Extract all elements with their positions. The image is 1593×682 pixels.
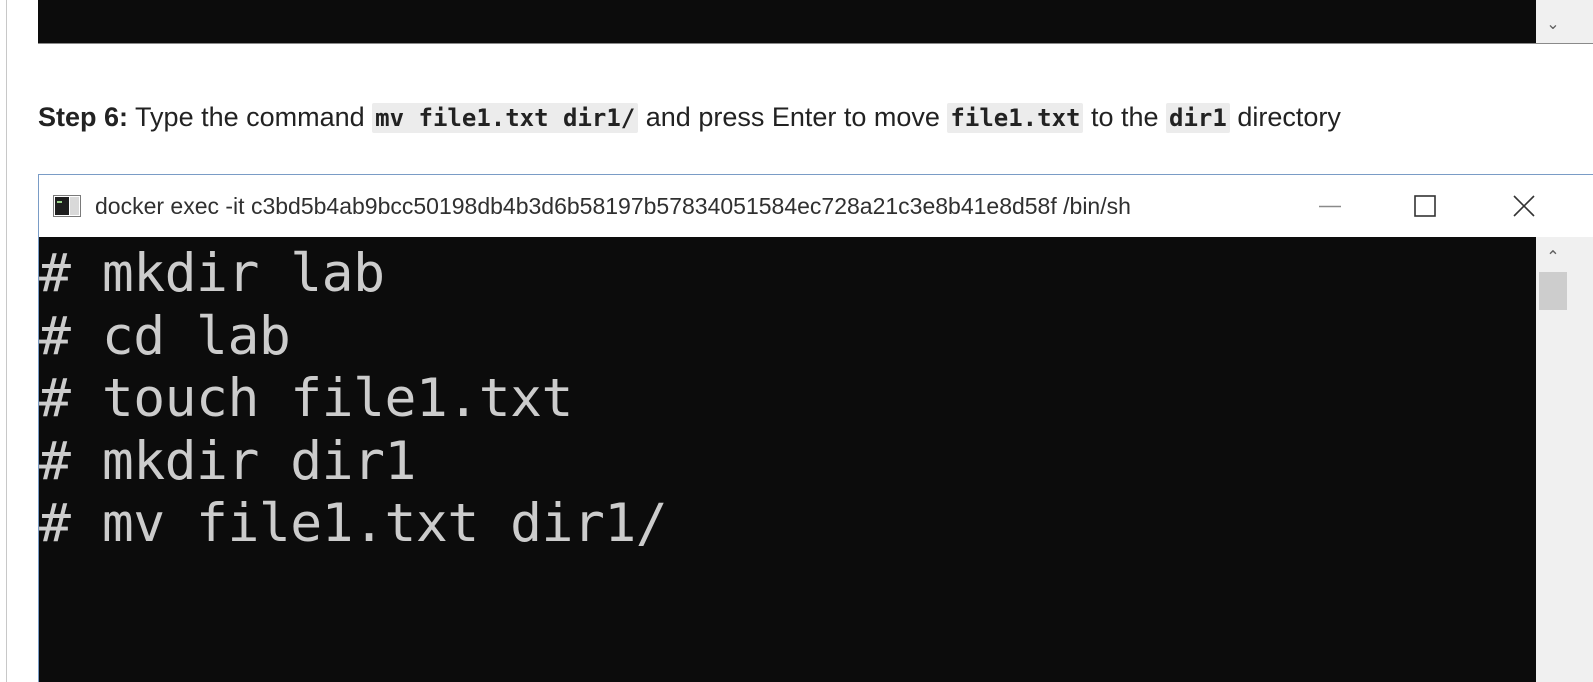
terminal-line: # touch file1.txt <box>39 368 573 429</box>
tutorial-page: ⌄ Step 6: Type the command mv file1.txt … <box>0 0 1593 682</box>
step-text: Type the command <box>128 102 373 132</box>
step-instruction: Step 6: Type the command mv file1.txt di… <box>38 99 1341 135</box>
terminal-title-bar[interactable]: docker exec -it c3bd5b4ab9bcc50198db4b3d… <box>39 175 1593 237</box>
minimize-button[interactable] <box>1279 175 1379 237</box>
step-text: and press Enter to move <box>638 102 948 132</box>
terminal-line: # mkdir lab <box>39 243 385 304</box>
close-button[interactable] <box>1471 175 1571 237</box>
maximize-button[interactable] <box>1375 175 1475 237</box>
previous-terminal-window: ⌄ <box>38 0 1593 44</box>
scroll-down-arrow-icon[interactable]: ⌄ <box>1538 14 1568 34</box>
inline-file-name: file1.txt <box>947 103 1084 133</box>
terminal-scrollbar[interactable]: ⌃ <box>1536 237 1593 682</box>
step-label: Step 6: <box>38 102 129 132</box>
console-window-icon[interactable] <box>53 195 81 217</box>
terminal-line: # mv file1.txt dir1/ <box>39 493 668 554</box>
terminal-window[interactable]: docker exec -it c3bd5b4ab9bcc50198db4b3d… <box>38 174 1593 682</box>
inline-directory-name: dir1 <box>1166 103 1230 133</box>
terminal-lines: # mkdir lab # cd lab # touch file1.txt # mk… <box>39 243 668 556</box>
page-left-border <box>6 0 7 682</box>
previous-terminal-screen <box>38 0 1536 43</box>
inline-command: mv file1.txt dir1/ <box>372 103 639 133</box>
close-icon <box>1513 195 1535 217</box>
step-text: to the <box>1083 102 1167 132</box>
terminal-title: docker exec -it c3bd5b4ab9bcc50198db4b3d… <box>95 193 1131 219</box>
scrollbar-thumb[interactable] <box>1539 272 1567 310</box>
previous-terminal-scrollbar[interactable]: ⌄ <box>1536 0 1593 43</box>
scroll-up-arrow-icon[interactable]: ⌃ <box>1538 247 1568 267</box>
terminal-output[interactable]: # mkdir lab # cd lab # touch file1.txt # mk… <box>39 237 1536 682</box>
terminal-line: # mkdir dir1 <box>39 430 416 492</box>
maximize-icon <box>1414 195 1436 217</box>
terminal-line: # cd lab <box>39 305 291 367</box>
step-text: directory <box>1229 102 1341 132</box>
minimize-icon <box>1319 205 1341 208</box>
